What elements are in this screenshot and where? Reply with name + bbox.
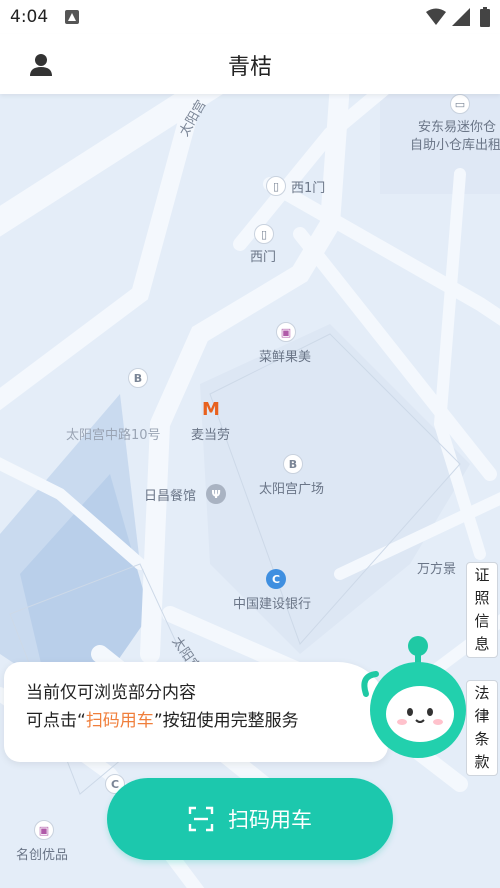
bus-icon[interactable]: B: [128, 368, 148, 388]
page-title: 青桔: [227, 55, 272, 80]
browse-notice-card: 当前仅可浏览部分内容 可点击“扫码用车”按钮使用完整服务: [4, 662, 388, 762]
status-time: 4:04: [10, 7, 49, 27]
tab-char: 法: [474, 684, 490, 702]
map-view[interactable]: 太阳宫 太阳宫 ▭ 安东易迷你仓 自助小仓库出租 ▯ 西1门 ▯ 西门 ▣ 菜鲜…: [0, 94, 500, 888]
app-header: 青桔: [0, 34, 500, 94]
poi-label[interactable]: 中国建设银行: [233, 593, 311, 612]
poi-label[interactable]: 自助小仓库出租: [410, 134, 500, 153]
notice-suffix: ”按钮使用完整服务: [153, 711, 299, 731]
mascot-icon: [361, 636, 466, 758]
legal-terms-tab[interactable]: 法 律 条 款: [466, 680, 498, 776]
notice-line1: 当前仅可浏览部分内容: [26, 683, 196, 703]
poi-label[interactable]: 万方景: [417, 558, 456, 577]
scan-icon: [188, 806, 214, 832]
tab-char: 款: [474, 753, 490, 771]
notification-icon: [65, 10, 79, 24]
notice-prefix: 可点击“: [26, 711, 86, 731]
poi-label[interactable]: 名创优品: [16, 844, 68, 863]
poi-label[interactable]: 菜鲜果美: [259, 346, 311, 365]
signal-icon: [452, 8, 470, 26]
status-bar: 4:04: [0, 0, 500, 34]
restaurant-icon[interactable]: Ψ: [206, 484, 226, 504]
wifi-icon: [426, 8, 446, 25]
scan-button-label: 扫码用车: [228, 808, 312, 832]
gate-icon[interactable]: ▯: [254, 224, 274, 244]
poi-label[interactable]: 西1门: [291, 177, 325, 196]
shop-icon[interactable]: ▣: [34, 820, 54, 840]
bus-icon[interactable]: B: [283, 454, 303, 474]
poi-label[interactable]: 安东易迷你仓: [418, 116, 496, 135]
map-base: [0, 94, 500, 888]
tab-char: 律: [474, 707, 490, 725]
certificate-info-tab[interactable]: 证 照 信 息: [466, 562, 498, 658]
poi-label[interactable]: 西门: [250, 246, 276, 265]
notice-line2: 可点击“扫码用车”按钮使用完整服务: [26, 706, 299, 731]
shop-icon[interactable]: ▣: [276, 322, 296, 342]
tab-char: 条: [474, 730, 490, 748]
gate-icon[interactable]: ▯: [266, 176, 286, 196]
poi-label[interactable]: 日昌餐馆: [144, 485, 196, 504]
notice-highlight: 扫码用车: [85, 711, 154, 731]
battery-icon: [480, 7, 490, 27]
tab-char: 证: [474, 566, 490, 584]
mcdonalds-icon[interactable]: M: [201, 399, 221, 420]
tab-char: 息: [474, 635, 490, 653]
poi-label[interactable]: 太阳宫广场: [259, 478, 324, 497]
scan-to-ride-button[interactable]: 扫码用车: [107, 778, 393, 860]
box-icon[interactable]: ▭: [450, 94, 470, 114]
poi-label[interactable]: 太阳宫中路10号: [66, 424, 161, 443]
poi-label[interactable]: 麦当劳: [191, 424, 230, 443]
tab-char: 信: [474, 612, 490, 630]
bank-icon[interactable]: C: [266, 569, 286, 589]
tab-char: 照: [474, 589, 490, 607]
